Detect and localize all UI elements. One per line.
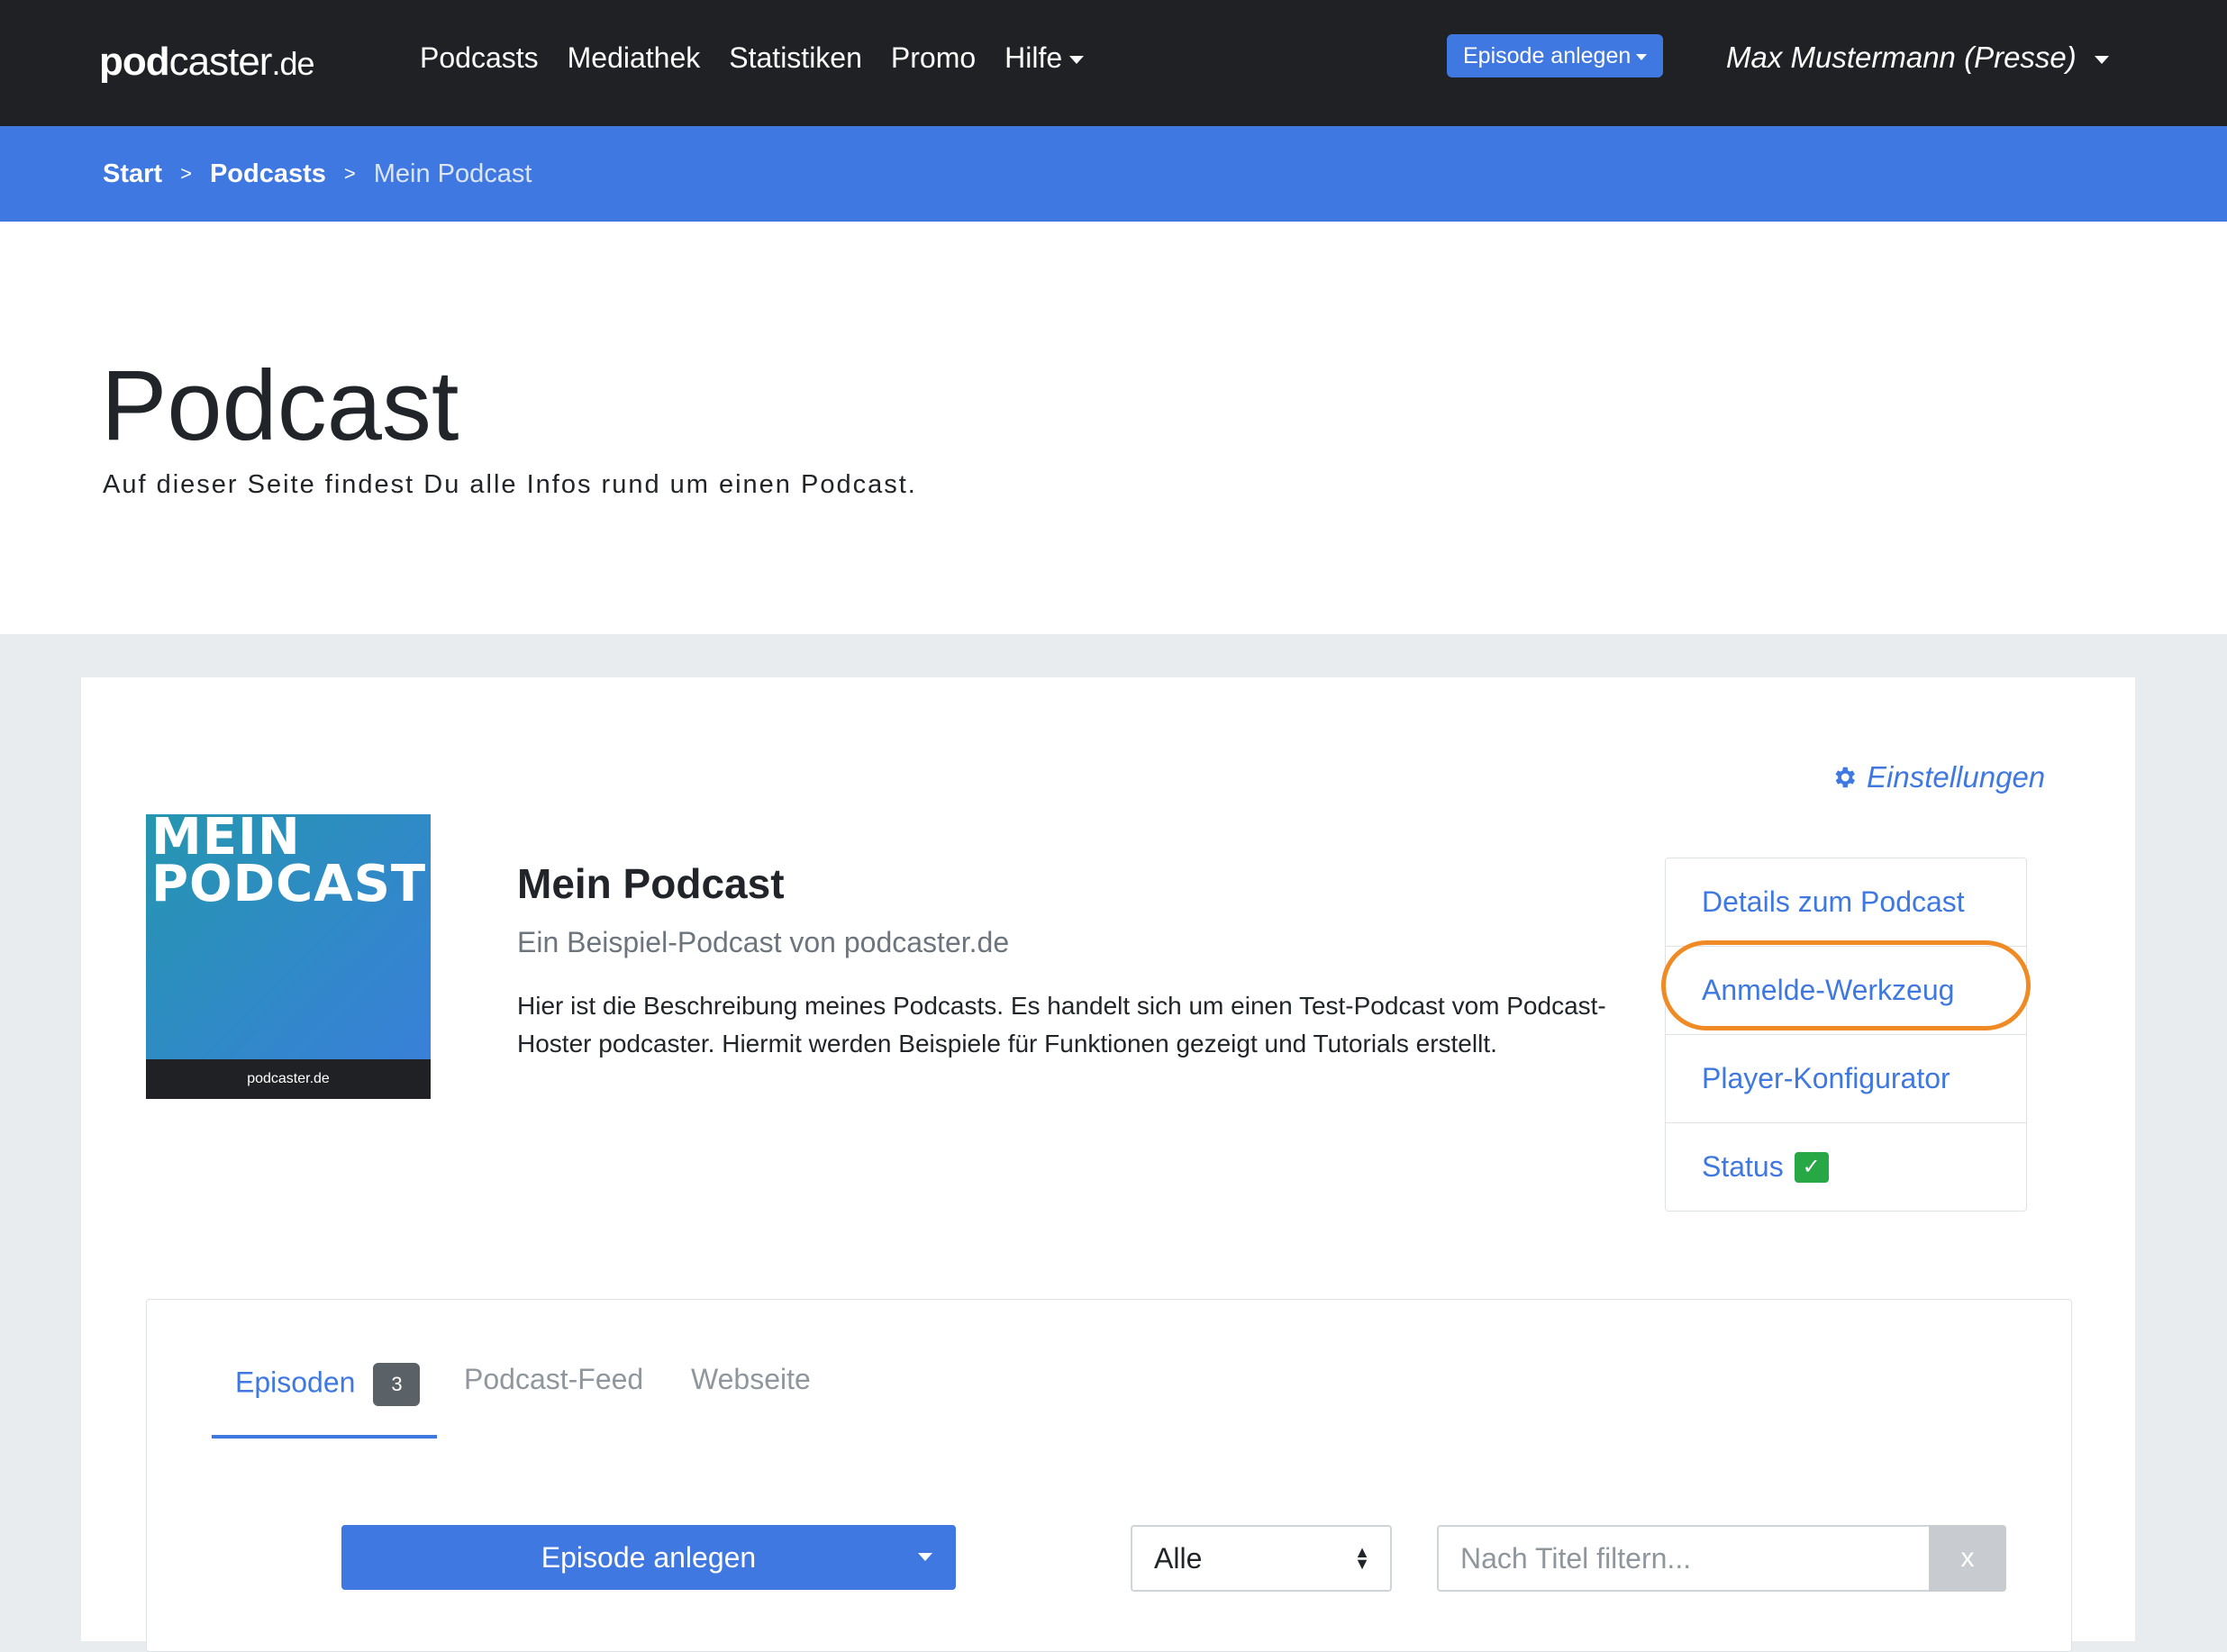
tab-episoden-label: Episoden [235, 1366, 356, 1399]
episode-create-label: Episode anlegen [1463, 43, 1632, 68]
page-header: Podcast Auf dieser Seite findest Du alle… [0, 222, 2227, 634]
page-title: Podcast [101, 350, 459, 461]
logo-wordmark: podcaster.de [99, 40, 315, 84]
tab-episoden[interactable]: Episoden 3 [235, 1363, 421, 1406]
user-name: Max Mustermann (Presse) [1726, 41, 2077, 74]
chevron-down-icon [918, 1553, 932, 1561]
side-item-player-konfigurator[interactable]: Player-Konfigurator [1666, 1034, 2026, 1122]
breadcrumb-current: Mein Podcast [373, 159, 532, 188]
cover-footer: podcaster.de [146, 1059, 431, 1099]
cover-title: MEIN PODCAST [151, 814, 427, 913]
episode-create-dropdown-button[interactable]: Episode anlegen [1447, 34, 1664, 77]
settings-label: Einstellungen [1867, 760, 2046, 794]
chevron-down-icon [1636, 53, 1648, 60]
nav-podcasts[interactable]: Podcasts [420, 36, 539, 79]
side-item-anmelde-werkzeug[interactable]: Anmelde-Werkzeug [1666, 946, 2026, 1034]
top-navbar: podcaster.de Podcasts Mediathek Statisti… [0, 0, 2227, 126]
settings-link[interactable]: Einstellungen [1831, 760, 2045, 794]
podcast-name: Mein Podcast [517, 860, 785, 907]
nav-hilfe-label: Hilfe [1004, 41, 1063, 74]
nav-statistiken[interactable]: Statistiken [729, 36, 862, 79]
podcast-description: Hier ist die Beschreibung meines Podcast… [517, 992, 1606, 1057]
user-menu[interactable]: Max Mustermann (Presse) [1726, 36, 2109, 79]
tab-podcast-feed[interactable]: Podcast-Feed [464, 1363, 643, 1396]
select-arrows-icon: ▲ ▼ [1354, 1543, 1370, 1573]
gear-icon [1835, 767, 1855, 788]
page-subtitle: Auf dieser Seite findest Du alle Infos r… [103, 470, 917, 499]
podcaster-logo[interactable]: podcaster.de [99, 13, 315, 112]
podcast-tagline: Ein Beispiel-Podcast von podcaster.de [517, 926, 1010, 958]
podcast-side-menu: Details zum Podcast Anmelde-Werkzeug Pla… [1665, 858, 2027, 1212]
check-icon: ✓ [1794, 1151, 1829, 1183]
breadcrumb-start[interactable]: Start [103, 159, 162, 189]
create-episode-label: Episode anlegen [541, 1540, 757, 1574]
side-item-details[interactable]: Details zum Podcast [1666, 858, 2026, 946]
podcast-cover-image: MEIN PODCAST podcaster.de [146, 814, 431, 1099]
clear-filter-button[interactable]: x [1929, 1525, 2006, 1592]
podcast-card: Einstellungen MEIN PODCAST podcaster.de M… [81, 677, 2135, 1652]
episodes-panel: Episoden 3 Podcast-Feed Webseite Episode … [146, 1299, 2072, 1652]
chevron-down-icon [2094, 55, 2109, 64]
breadcrumb-separator: > [343, 162, 356, 185]
create-episode-button[interactable]: Episode anlegen [341, 1525, 956, 1590]
title-filter-input[interactable] [1437, 1525, 1931, 1592]
chevron-down-icon [1069, 56, 1085, 65]
active-tab-indicator [212, 1435, 437, 1439]
nav-promo[interactable]: Promo [891, 36, 976, 79]
nav-hilfe-dropdown[interactable]: Hilfe [1004, 36, 1085, 79]
breadcrumb: Start > Podcasts > Mein Podcast [103, 126, 532, 222]
breadcrumb-podcasts[interactable]: Podcasts [210, 159, 326, 189]
breadcrumb-separator: > [180, 162, 192, 185]
tab-webseite[interactable]: Webseite [691, 1363, 811, 1396]
side-item-status[interactable]: Status ✓ [1666, 1122, 2026, 1211]
nav-mediathek[interactable]: Mediathek [568, 36, 701, 79]
episode-filter-select[interactable]: Alle ▲ ▼ [1131, 1525, 1392, 1592]
episode-count-badge: 3 [373, 1363, 421, 1406]
main-nav: Podcasts Mediathek Statistiken Promo Hil… [420, 36, 1113, 79]
status-label: Status [1702, 1150, 1784, 1183]
breadcrumb-bar: Start > Podcasts > Mein Podcast [0, 126, 2227, 222]
episode-filter-value: Alle [1154, 1542, 1203, 1575]
